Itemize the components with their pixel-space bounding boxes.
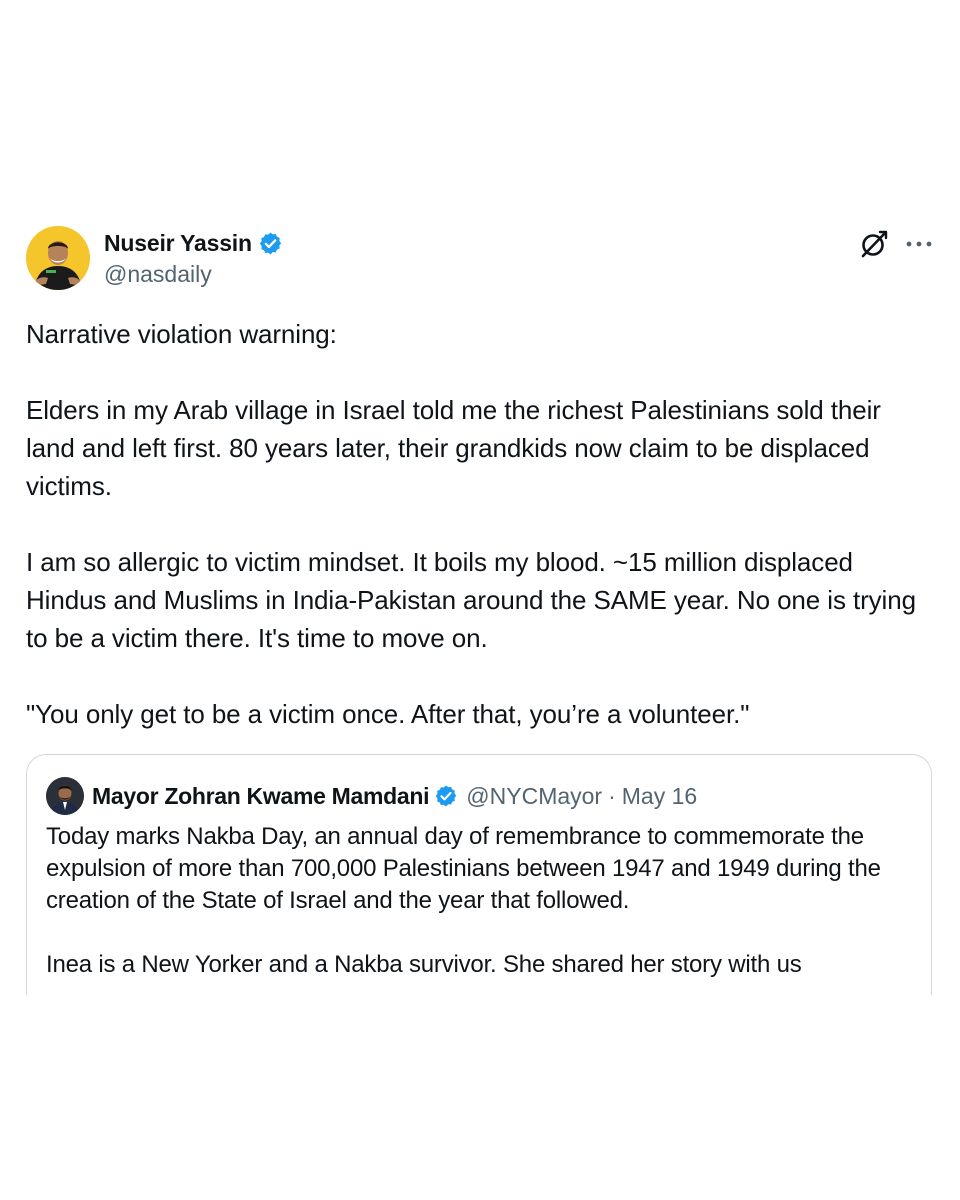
tweet: Nuseir Yassin @nasdaily Narrative violat… (26, 224, 934, 995)
more-options-icon[interactable] (904, 234, 934, 254)
quoted-author-avatar[interactable] (46, 777, 84, 815)
quoted-tweet-header: Mayor Zohran Kwame Mamdani @NYCMayor · M… (46, 777, 697, 815)
tweet-paragraph: Narrative violation warning: (26, 319, 337, 349)
author-name[interactable]: Nuseir Yassin (104, 230, 252, 257)
author-handle[interactable]: @nasdaily (104, 261, 283, 288)
quoted-author-handle[interactable]: @NYCMayor (466, 783, 602, 810)
author-info: Nuseir Yassin @nasdaily (104, 228, 283, 288)
quoted-tweet-date[interactable]: May 16 (622, 783, 697, 810)
tweet-paragraph: "You only get to be a victim once. After… (26, 699, 750, 729)
tweet-paragraph: I am so allergic to victim mindset. It b… (26, 547, 916, 653)
quoted-author-name[interactable]: Mayor Zohran Kwame Mamdani (92, 783, 430, 810)
separator-dot: · (608, 782, 616, 809)
quoted-tweet-paragraph: Inea is a New Yorker and a Nakba survivo… (46, 951, 802, 978)
tweet-header: Nuseir Yassin @nasdaily (26, 224, 934, 294)
quoted-tweet-paragraph: Today marks Nakba Day, an annual day of … (46, 823, 881, 914)
quoted-tweet[interactable]: Mayor Zohran Kwame Mamdani @NYCMayor · M… (26, 754, 932, 995)
tweet-actions (858, 228, 934, 260)
grok-icon[interactable] (858, 228, 890, 260)
verified-badge-icon (434, 784, 458, 808)
verified-badge-icon (258, 231, 283, 256)
tweet-text: Narrative violation warning: Elders in m… (26, 315, 934, 733)
author-avatar[interactable] (26, 226, 90, 290)
quoted-tweet-text: Today marks Nakba Day, an annual day of … (46, 821, 916, 995)
tweet-paragraph: Elders in my Arab village in Israel told… (26, 395, 881, 501)
